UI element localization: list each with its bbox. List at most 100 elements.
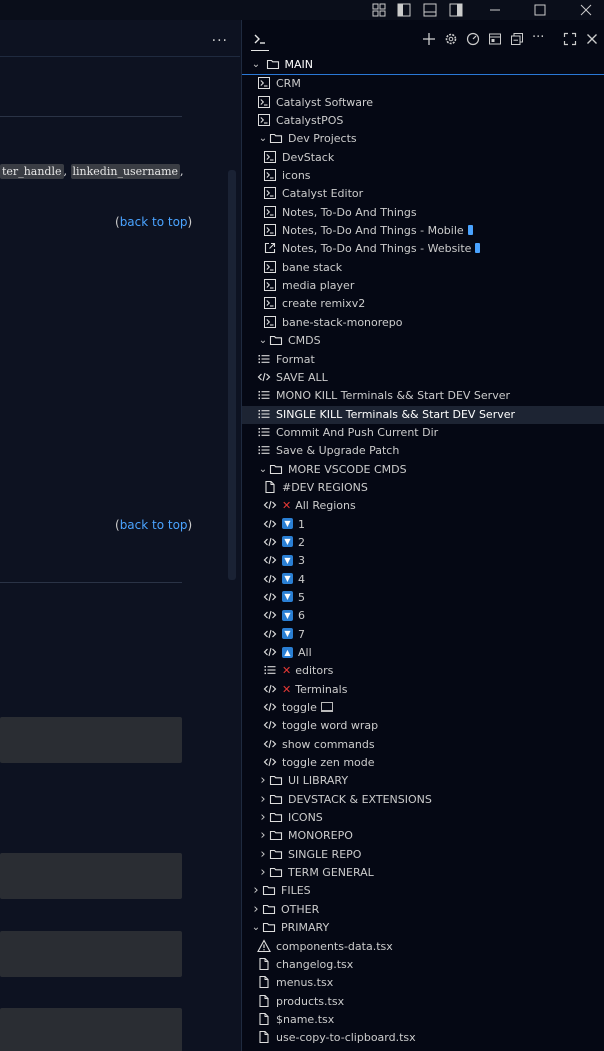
tree-item[interactable]: CRM: [242, 75, 604, 93]
tree-item[interactable]: SAVE ALL: [242, 369, 604, 387]
close-window-icon[interactable]: [578, 2, 594, 18]
back-to-top-link-1[interactable]: (back to top): [115, 215, 192, 229]
tree-item[interactable]: MONO KILL Terminals && Start DEV Server: [242, 387, 604, 405]
tree-item[interactable]: toggle word wrap: [242, 717, 604, 735]
tree-folder[interactable]: › UI LIBRARY: [242, 772, 604, 790]
tree-item[interactable]: Notes, To-Do And Things - Mobile: [242, 222, 604, 240]
tree-item[interactable]: changelog.tsx: [242, 956, 604, 974]
chevron-down-icon[interactable]: ⌄: [257, 332, 269, 350]
paren: ): [187, 215, 193, 229]
browser-window-icon[interactable]: [488, 32, 502, 46]
folder-icon: [269, 792, 283, 806]
tree-item[interactable]: menus.tsx: [242, 974, 604, 992]
mobile-phone-icon: [467, 225, 473, 236]
tree-item[interactable]: Commit And Push Current Dir: [242, 424, 604, 442]
tree-item[interactable]: ▼ 1: [242, 516, 604, 534]
chevron-right-icon[interactable]: ›: [257, 809, 269, 827]
tree-item[interactable]: SINGLE KILL Terminals && Start DEV Serve…: [242, 405, 604, 424]
terminal-prompt-icon[interactable]: [253, 32, 267, 46]
tree-folder[interactable]: ⌄ PRIMARY: [242, 919, 604, 937]
toggle-secondary-sidebar-icon[interactable]: [448, 2, 464, 18]
file-icon: [257, 994, 271, 1008]
tree-item[interactable]: DevStack: [242, 149, 604, 167]
tree-item-label: 2: [298, 535, 305, 549]
tree-folder[interactable]: ⌄ Dev Projects: [242, 130, 604, 148]
tree-item[interactable]: ▼ 2: [242, 534, 604, 552]
tree-folder[interactable]: › FILES: [242, 882, 604, 900]
tree-item[interactable]: Catalyst Editor: [242, 185, 604, 203]
collapse-all-icon[interactable]: [510, 32, 524, 46]
tree-item[interactable]: #DEV REGIONS: [242, 479, 604, 497]
maximize-panel-icon[interactable]: [563, 32, 577, 46]
chevron-down-icon[interactable]: ⌄: [257, 461, 269, 479]
maximize-icon[interactable]: [532, 2, 548, 18]
tree-item[interactable]: Catalyst Software: [242, 94, 604, 112]
chevron-down-icon[interactable]: ⌄: [250, 56, 262, 74]
tree-item[interactable]: $name.tsx: [242, 1011, 604, 1029]
close-panel-icon[interactable]: [585, 32, 599, 46]
minimize-icon[interactable]: [487, 2, 503, 18]
terminal-manager-panel: ··· ⌄ MAIN CRM Catalyst Software CatalystP…: [241, 20, 604, 1051]
tree-item[interactable]: ▼ 5: [242, 589, 604, 607]
tree-item[interactable]: components-data.tsx: [242, 938, 604, 956]
chevron-right-icon[interactable]: ›: [257, 827, 269, 845]
tree-item[interactable]: ✕ Terminals: [242, 681, 604, 699]
tree-item[interactable]: bane stack: [242, 259, 604, 277]
tree-item[interactable]: ✕ editors: [242, 662, 604, 680]
tree-root-label: MAIN: [284, 58, 314, 71]
back-to-top-link-2[interactable]: (back to top): [115, 518, 192, 532]
toggle-primary-sidebar-icon[interactable]: [396, 2, 412, 18]
tree-item[interactable]: products.tsx: [242, 993, 604, 1011]
external-link-icon: [263, 241, 277, 255]
tree-item[interactable]: show commands: [242, 736, 604, 754]
editor-scrollbar[interactable]: [228, 170, 236, 580]
tree-item[interactable]: bane-stack-monorepo: [242, 314, 604, 332]
chevron-down-icon[interactable]: ⌄: [250, 919, 262, 937]
tree-item[interactable]: ▼ 7: [242, 626, 604, 644]
tree-item[interactable]: create remixv2: [242, 295, 604, 313]
tree-folder[interactable]: › TERM GENERAL: [242, 864, 604, 882]
dashboard-icon[interactable]: [466, 32, 480, 46]
tree-item[interactable]: ▼ 6: [242, 607, 604, 625]
tree-item[interactable]: Save & Upgrade Patch: [242, 442, 604, 460]
toggle-panel-icon[interactable]: [422, 2, 438, 18]
tree-item[interactable]: ▲ All: [242, 644, 604, 662]
chevron-down-icon[interactable]: ⌄: [257, 130, 269, 148]
link-text[interactable]: back to top: [120, 215, 188, 229]
tree-item[interactable]: icons: [242, 167, 604, 185]
more-actions-icon[interactable]: ···: [212, 33, 228, 49]
tree-item-label: UI LIBRARY: [288, 774, 349, 788]
tree-item[interactable]: media player: [242, 277, 604, 295]
gear-icon[interactable]: [444, 32, 458, 46]
tree-folder[interactable]: › OTHER: [242, 901, 604, 919]
chevron-right-icon[interactable]: ›: [257, 791, 269, 809]
chevron-right-icon[interactable]: ›: [250, 882, 262, 900]
tree-item[interactable]: use-copy-to-clipboard.tsx: [242, 1029, 604, 1047]
chevron-right-icon[interactable]: ›: [257, 846, 269, 864]
tree-item[interactable]: toggle zen mode: [242, 754, 604, 772]
chevron-right-icon[interactable]: ›: [250, 901, 262, 919]
code-icon: [263, 590, 277, 604]
tree-item[interactable]: Format: [242, 351, 604, 369]
tree-folder[interactable]: › DEVSTACK & EXTENSIONS: [242, 791, 604, 809]
link-text[interactable]: back to top: [120, 518, 188, 532]
tree-item[interactable]: toggle: [242, 699, 604, 717]
customize-layout-icon[interactable]: [371, 2, 387, 18]
chevron-right-icon[interactable]: ›: [257, 864, 269, 882]
tree-item[interactable]: Notes, To-Do And Things: [242, 204, 604, 222]
tree-item[interactable]: ▼ 3: [242, 552, 604, 570]
more-actions-icon[interactable]: ···: [532, 30, 548, 45]
tree-item[interactable]: ▼ 4: [242, 571, 604, 589]
tree-item[interactable]: CatalystPOS: [242, 112, 604, 130]
add-icon[interactable]: [422, 32, 436, 46]
tree-folder[interactable]: ⌄ CMDS: [242, 332, 604, 350]
tree-folder[interactable]: › SINGLE REPO: [242, 846, 604, 864]
chevron-right-icon[interactable]: ›: [257, 772, 269, 790]
tree-folder[interactable]: › MONOREPO: [242, 827, 604, 845]
tree-item-label: media player: [282, 279, 355, 293]
tree-folder[interactable]: ⌄ MORE VSCODE CMDS: [242, 461, 604, 479]
tree-folder[interactable]: › ICONS: [242, 809, 604, 827]
tree-item[interactable]: Notes, To-Do And Things - Website: [242, 240, 604, 258]
tree-root-main[interactable]: ⌄ MAIN: [242, 56, 604, 76]
tree-item[interactable]: ✕ All Regions: [242, 497, 604, 515]
